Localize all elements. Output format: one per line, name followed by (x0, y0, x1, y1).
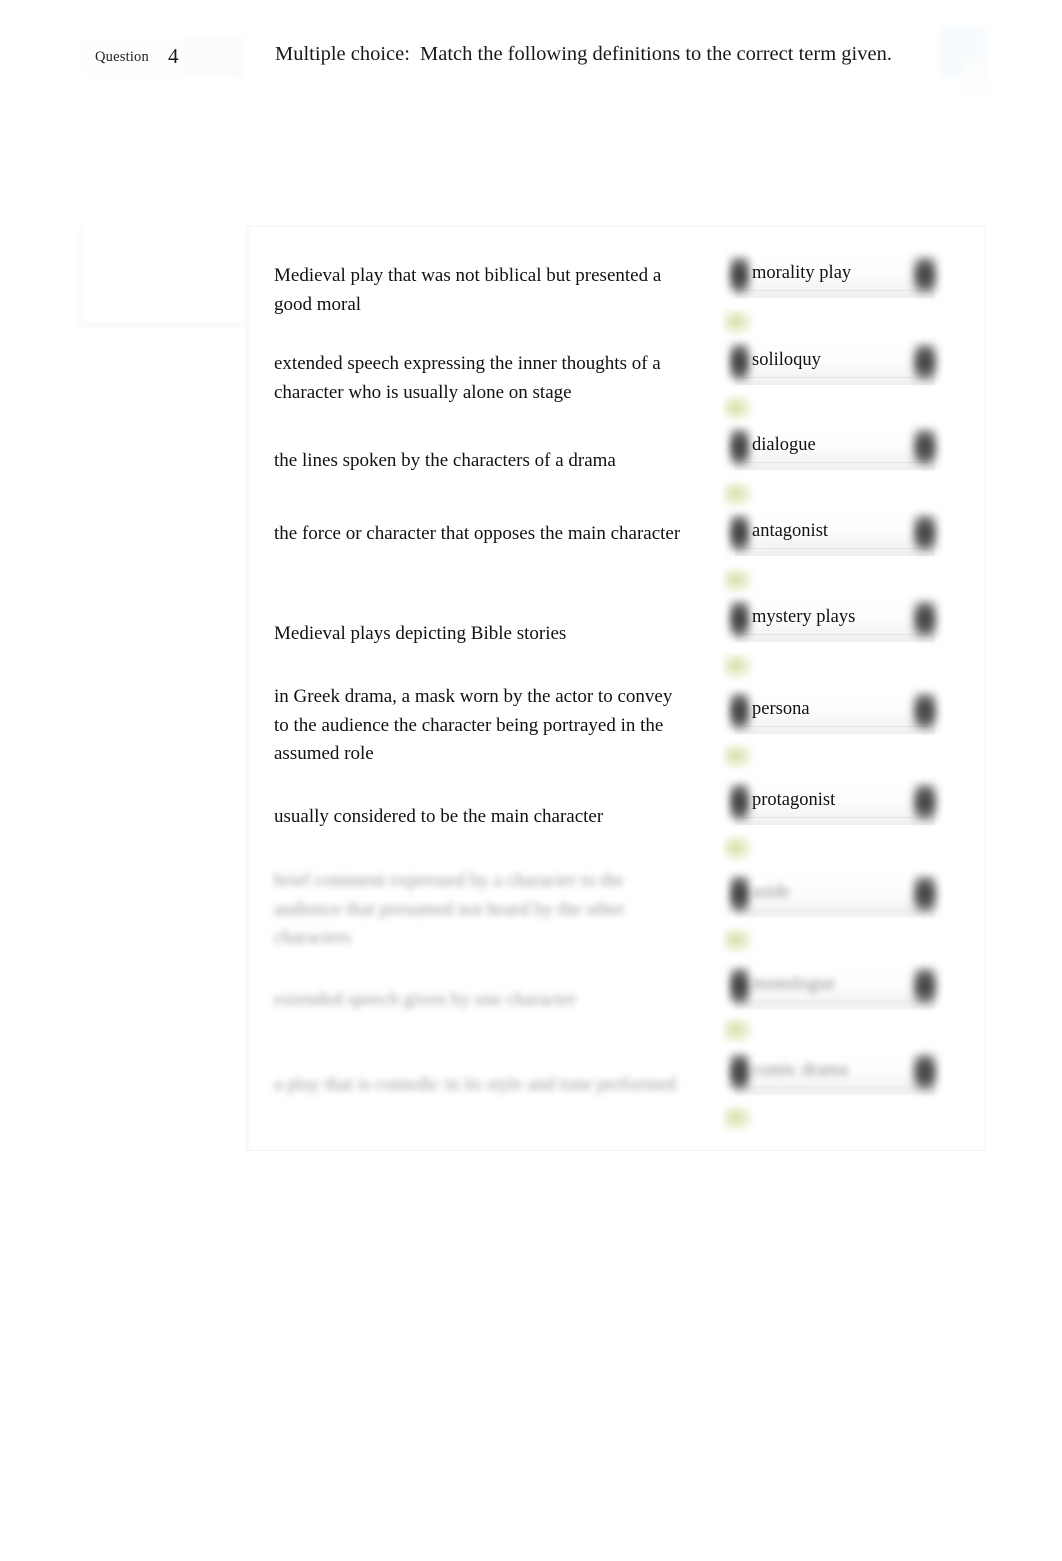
answer-value-label: aside (752, 882, 791, 902)
answer-value-label: soliloquy (752, 350, 821, 370)
drag-handle-icon[interactable] (728, 1053, 751, 1091)
definition-item: the lines spoken by the characters of a … (274, 450, 616, 471)
page-left-rule (55, 30, 56, 1450)
answer-marker-icon (724, 928, 754, 954)
answer-value-label: protagonist (752, 790, 836, 810)
answer-marker-icon (724, 310, 754, 336)
definition-item: usually considered to be the main charac… (274, 806, 604, 827)
drag-handle-icon[interactable] (728, 428, 751, 466)
answer-dropdown-row[interactable]: soliloquy (716, 339, 946, 385)
blurred-artifact-box (80, 228, 248, 326)
definition-item: the force or character that opposes the … (274, 523, 681, 544)
answer-marker-icon (724, 1106, 754, 1132)
prompt-type-label: Multiple choice: (275, 43, 410, 65)
answer-dropdown-row[interactable]: antagonist (716, 510, 946, 556)
answer-marker-icon (724, 396, 754, 422)
answer-marker-icon (724, 836, 754, 862)
answer-marker-icon (724, 568, 754, 594)
page-header: Question 4 Multiple choice: Match the fo… (0, 26, 1062, 94)
drag-handle-icon[interactable] (728, 600, 751, 638)
answer-dropdown-row[interactable]: monologue (716, 963, 946, 1009)
answer-dropdown-row[interactable]: morality play (716, 252, 946, 298)
answer-value-label: comic drama (752, 1060, 849, 1080)
definition-item: extended speech given by one character (274, 989, 577, 1010)
answer-dropdown-row[interactable]: comic drama (716, 1049, 946, 1095)
definition-item: brief comment expressed by a character t… (274, 870, 625, 948)
chevron-down-icon[interactable] (912, 343, 938, 381)
question-label: Question (95, 49, 149, 65)
header-left-band (60, 38, 245, 78)
chevron-down-icon[interactable] (912, 514, 938, 552)
drag-handle-icon[interactable] (728, 514, 751, 552)
drag-handle-icon[interactable] (728, 875, 751, 913)
answer-value-label: morality play (752, 263, 852, 283)
chevron-down-icon[interactable] (912, 875, 938, 913)
answer-dropdown-row[interactable]: mystery plays (716, 596, 946, 642)
drag-handle-icon[interactable] (728, 256, 751, 294)
header-corner-mark-secondary-icon (962, 58, 986, 94)
answer-value-label: dialogue (752, 435, 816, 455)
chevron-down-icon[interactable] (912, 783, 938, 821)
answer-dropdown-row[interactable]: persona (716, 688, 946, 734)
definition-item: a play that is comedic in its style and … (274, 1074, 677, 1095)
panel-left-edge (246, 226, 249, 1151)
answer-marker-icon (724, 744, 754, 770)
answer-value-label: persona (752, 699, 810, 719)
question-number: 4 (168, 44, 179, 68)
definition-item: in Greek drama, a mask worn by the actor… (274, 686, 673, 764)
drag-handle-icon[interactable] (728, 967, 751, 1005)
chevron-down-icon[interactable] (912, 256, 938, 294)
chevron-down-icon[interactable] (912, 428, 938, 466)
chevron-down-icon[interactable] (912, 1053, 938, 1091)
chevron-down-icon[interactable] (912, 967, 938, 1005)
answer-value-label: mystery plays (752, 607, 856, 627)
drag-handle-icon[interactable] (728, 692, 751, 730)
chevron-down-icon[interactable] (912, 600, 938, 638)
definition-item: extended speech expressing the inner tho… (274, 353, 661, 403)
answer-value-label: antagonist (752, 521, 829, 541)
answer-dropdown-row[interactable]: dialogue (716, 424, 946, 470)
answer-value-label: monologue (752, 974, 836, 994)
definition-item: Medieval plays depicting Bible stories (274, 623, 567, 644)
answer-marker-icon (724, 654, 754, 680)
drag-handle-icon[interactable] (728, 783, 751, 821)
answer-dropdown-row[interactable]: aside (716, 871, 946, 917)
answer-dropdown-row[interactable]: protagonist (716, 779, 946, 825)
prompt-instruction-text: Match the following definitions to the c… (420, 43, 892, 65)
definition-item: Medieval play that was not biblical but … (274, 265, 662, 315)
page-sheet: Question 4 Multiple choice: Match the fo… (0, 0, 1062, 1561)
chevron-down-icon[interactable] (912, 692, 938, 730)
drag-handle-icon[interactable] (728, 343, 751, 381)
answer-marker-icon (724, 482, 754, 508)
answer-marker-icon (724, 1018, 754, 1044)
